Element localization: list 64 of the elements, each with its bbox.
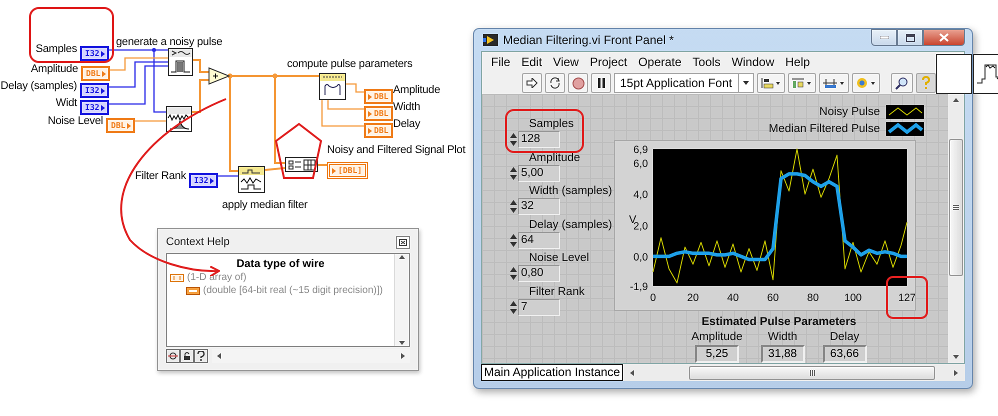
control-terminal[interactable]: I32 <box>80 100 110 115</box>
input-label: Delay (samples) <box>0 80 77 92</box>
section-title: Estimated Pulse Parameters <box>702 316 856 328</box>
help-text: (double [64-bit real (~15 digit precision)]) <box>203 285 383 296</box>
control-terminal[interactable]: I32 <box>189 173 218 188</box>
numeric-indicator: 31,88 <box>760 345 805 363</box>
node-label: compute pulse parameters <box>287 58 412 70</box>
menu-item[interactable]: Window <box>726 53 780 71</box>
control-label: Width (samples) <box>528 184 614 198</box>
node-label: apply median filter <box>222 199 308 211</box>
control-terminal[interactable]: I32 <box>80 46 110 61</box>
x-tick-label: 60 <box>767 292 779 304</box>
input-label: Samples <box>36 43 77 55</box>
x-tick-label: 20 <box>687 292 699 304</box>
y-tick-label: 0,0 <box>633 251 648 264</box>
y-tick-label: 4,0 <box>633 189 648 202</box>
legend-label: Noisy Pulse <box>819 106 880 118</box>
indicator-label: Noisy and Filtered Signal Plot <box>327 144 466 156</box>
numeric-indicator: 5,25 <box>694 345 739 363</box>
x-tick-label: 0 <box>650 292 656 304</box>
indicator-label: Width <box>393 101 420 113</box>
input-label: Amplitude <box>30 63 78 75</box>
y-tick-label: 6,0 <box>633 158 648 170</box>
indicator-label: Amplitude <box>393 84 440 96</box>
x-tick-label: 80 <box>807 292 819 304</box>
control-label: Delay (samples) <box>528 218 614 232</box>
help-heading: Data type of wire <box>236 258 325 270</box>
indicator-label: Width <box>768 331 798 343</box>
indicator-label: Delay <box>393 118 420 130</box>
input-label: Widt <box>56 97 77 109</box>
numeric-field[interactable]: 64 <box>518 232 560 248</box>
y-tick-label: -1,9 <box>630 281 648 293</box>
input-label: Noise Level <box>48 115 103 127</box>
numeric-field[interactable]: 7 <box>518 298 560 316</box>
input-label: Filter Rank <box>135 170 186 182</box>
menu-item[interactable]: Project <box>584 53 632 71</box>
control-label: Samples <box>528 117 575 131</box>
menu-item[interactable]: File <box>486 53 516 71</box>
indicator-label: Delay <box>830 331 860 343</box>
numeric-field[interactable]: 32 <box>518 198 560 215</box>
application-instance-label: Main Application Instance <box>481 364 624 381</box>
menu-item[interactable]: Help <box>780 53 815 71</box>
numeric-field[interactable]: 5,00 <box>518 164 560 182</box>
y-tick-label: 6,9 <box>633 144 648 156</box>
menu-item[interactable]: View <box>548 53 584 71</box>
node-label: generate a noisy pulse <box>116 36 222 48</box>
window-title: Context Help <box>166 236 230 248</box>
control-label: Amplitude <box>528 150 582 164</box>
x-tick-label: 40 <box>727 292 739 304</box>
control-label: Filter Rank <box>528 284 586 298</box>
numeric-field[interactable]: 128 <box>518 131 560 148</box>
window-title: Median Filtering.vi Front Panel * <box>503 33 675 47</box>
font-dropdown[interactable]: 15pt Application Font <box>614 73 754 93</box>
numeric-indicator: 63,66 <box>822 345 867 363</box>
menu-item[interactable]: Tools <box>688 53 726 71</box>
control-terminal[interactable]: I32 <box>80 83 110 98</box>
indicator-label: Amplitude <box>691 331 743 343</box>
numeric-field[interactable]: 0,80 <box>518 265 560 282</box>
x-tick-label: 127 <box>898 292 915 304</box>
menu-item[interactable]: Operate <box>633 53 687 71</box>
x-tick-label: 100 <box>844 292 862 304</box>
control-label: Noise Level <box>528 251 590 265</box>
menu-item[interactable]: Edit <box>516 53 548 71</box>
legend-label: Median Filtered Pulse <box>768 123 880 136</box>
